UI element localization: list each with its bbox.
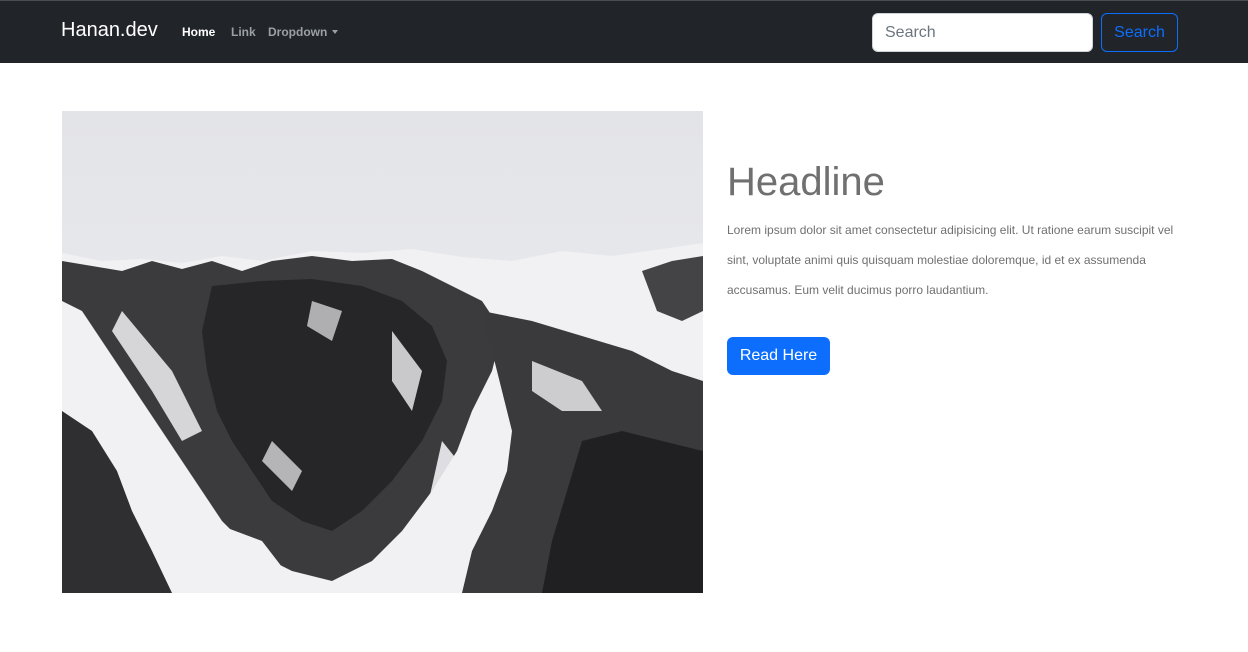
search-button[interactable]: Search <box>1101 13 1178 52</box>
nav-link-home[interactable]: Home <box>182 25 215 39</box>
navbar: Hanan.dev Home Link Dropdown Search <box>0 0 1248 63</box>
brand-link[interactable]: Hanan.dev <box>61 19 158 42</box>
read-here-button[interactable]: Read Here <box>727 337 830 375</box>
nav-dropdown-toggle[interactable]: Dropdown <box>268 25 339 39</box>
hero-image <box>62 111 703 593</box>
search-input[interactable] <box>872 13 1093 52</box>
caret-down-icon <box>332 30 339 34</box>
mountain-illustration <box>62 111 703 593</box>
headline: Headline <box>727 160 885 204</box>
nav-dropdown-label: Dropdown <box>268 25 328 39</box>
nav-link-link[interactable]: Link <box>231 25 256 39</box>
lead-paragraph: Lorem ipsum dolor sit amet consectetur a… <box>727 223 1174 297</box>
